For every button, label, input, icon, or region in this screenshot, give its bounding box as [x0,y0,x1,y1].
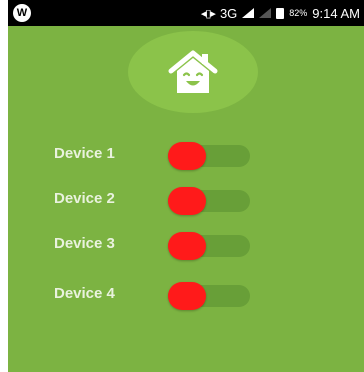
device-4-toggle[interactable] [168,282,250,310]
status-icons: ◂▯▸ 3G 82% 9:14 AM [201,0,360,26]
signal-secondary-icon [259,8,272,18]
device-row-4: Device 4 [8,275,364,315]
clock: 9:14 AM [312,5,360,21]
smiling-house-icon [168,50,218,93]
device-3-toggle[interactable] [168,232,250,260]
device-1-toggle[interactable] [168,142,250,170]
device-label: Device 2 [54,190,115,207]
network-type: 3G [219,5,238,21]
status-bar: W ◂▯▸ 3G 82% 9:14 AM [8,0,364,26]
device-label: Device 1 [54,145,115,162]
device-2-toggle[interactable] [168,187,250,215]
device-row-3: Device 3 [8,225,364,265]
app-logo [128,31,258,113]
app-notification-icon: W [13,4,31,22]
device-label: Device 4 [54,285,115,302]
battery-percent: 82% [289,8,308,18]
vibrate-icon: ◂▯▸ [200,7,216,20]
toggle-knob[interactable] [168,187,206,215]
device-label: Device 3 [54,235,115,252]
device-row-2: Device 2 [8,180,364,220]
device-row-1: Device 1 [8,135,364,175]
signal-icon [242,8,255,18]
battery-icon [276,7,285,19]
toggle-knob[interactable] [168,142,206,170]
toggle-knob[interactable] [168,232,206,260]
app-screen: W ◂▯▸ 3G 82% 9:14 AM Device 1 Device 2 D… [8,0,364,372]
toggle-knob[interactable] [168,282,206,310]
